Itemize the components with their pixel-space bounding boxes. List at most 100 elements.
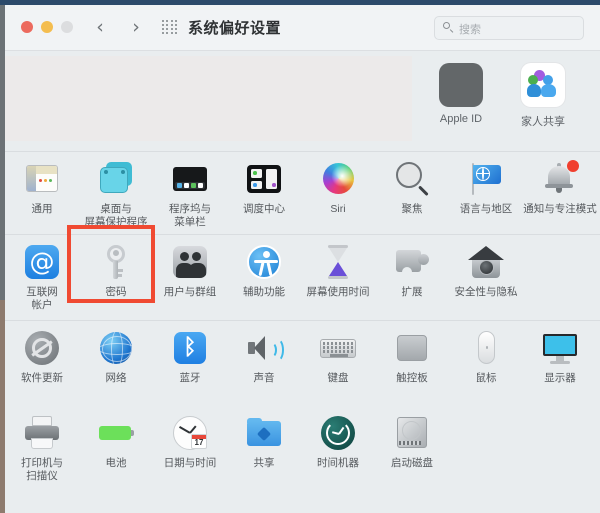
- desktop-screensaver-icon: [97, 160, 135, 198]
- passwords-key-icon: [97, 243, 135, 281]
- pref-item-date-time[interactable]: 17 日期与时间: [153, 414, 227, 470]
- users-groups-icon: [171, 243, 209, 281]
- pref-row-3: 软件更新 网络 ᛒ 蓝牙 声音 键盘 触控板 鼠标 显示器: [5, 321, 600, 406]
- pref-item-label: 触控板: [396, 372, 428, 384]
- pref-item-screen-time[interactable]: 屏幕使用时间: [301, 243, 375, 299]
- pref-item-label: 辅助功能: [243, 286, 285, 298]
- pref-row-1: 通用 桌面与 屏幕保护程序 程序坞与 菜单栏 调度中心 Siri 聚焦 语言与地…: [5, 152, 600, 235]
- pref-item-desktop-screensaver[interactable]: 桌面与 屏幕保护程序: [79, 160, 153, 229]
- network-icon: [97, 329, 135, 367]
- accessibility-icon: [245, 243, 283, 281]
- pref-item-label: 桌面与 屏幕保护程序: [84, 203, 148, 228]
- pref-item-displays[interactable]: 显示器: [523, 329, 597, 385]
- pref-item-software-update[interactable]: 软件更新: [5, 329, 79, 385]
- pref-item-general[interactable]: 通用: [5, 160, 79, 216]
- pref-row-4: 打印机与 扫描仪 电池 17 日期与时间 共享 时间机器 启动磁盘: [5, 406, 600, 492]
- pref-item-network[interactable]: 网络: [79, 329, 153, 385]
- pref-item-label: 显示器: [544, 372, 576, 384]
- pref-item-label: 用户与群组: [163, 286, 217, 298]
- minimize-button[interactable]: [41, 21, 53, 33]
- pref-item-label: Apple ID: [439, 113, 483, 125]
- mission-control-icon: [245, 160, 283, 198]
- pref-item-dock-menubar[interactable]: 程序坞与 菜单栏: [153, 160, 227, 229]
- pref-item-sharing[interactable]: 共享: [227, 414, 301, 470]
- back-button[interactable]: ‹: [91, 17, 109, 37]
- pref-item-language-region[interactable]: 语言与地区: [449, 160, 523, 216]
- bluetooth-icon: ᛒ: [171, 329, 209, 367]
- time-machine-icon: [319, 414, 357, 452]
- trackpad-icon: [393, 329, 431, 367]
- search-input[interactable]: 搜索: [434, 16, 584, 40]
- pref-item-label: 蓝牙: [179, 372, 201, 384]
- pref-item-label: 通用: [31, 203, 53, 215]
- pref-item-startup-disk[interactable]: 启动磁盘: [375, 414, 449, 470]
- pref-item-users-groups[interactable]: 用户与群组: [153, 243, 227, 299]
- pref-item-label: 互联网 帐户: [26, 286, 58, 311]
- pref-item-security-privacy[interactable]: 安全性与隐私: [449, 243, 523, 299]
- pref-item-label: 键盘: [327, 372, 349, 384]
- battery-icon: [97, 414, 135, 452]
- pref-item-trackpad[interactable]: 触控板: [375, 329, 449, 385]
- pref-item-label: 调度中心: [243, 203, 285, 215]
- pref-item-battery[interactable]: 电池: [79, 414, 153, 470]
- sound-icon: [245, 329, 284, 367]
- window-toolbar: ‹ › 系统偏好设置 搜索: [5, 5, 600, 51]
- general-icon: [23, 160, 61, 198]
- pref-item-siri[interactable]: Siri: [301, 160, 375, 216]
- pref-item-label: Siri: [330, 203, 346, 215]
- zoom-button[interactable]: [61, 21, 73, 33]
- close-button[interactable]: [21, 21, 33, 33]
- pref-item-internet-accounts[interactable]: @ 互联网 帐户: [5, 243, 79, 312]
- printers-scanners-icon: [23, 414, 61, 452]
- pref-item-mouse[interactable]: 鼠标: [449, 329, 523, 385]
- pref-item-bluetooth[interactable]: ᛒ 蓝牙: [153, 329, 227, 385]
- pref-item-label: 电池: [105, 457, 127, 469]
- apple-id-banner: Apple ID 家人共享: [5, 51, 600, 152]
- date-time-icon: 17: [171, 414, 209, 452]
- at-glyph: @: [29, 247, 55, 276]
- pref-item-label: 鼠标: [475, 372, 497, 384]
- pref-item-keyboard[interactable]: 键盘: [301, 329, 375, 385]
- pref-item-apple-id[interactable]: Apple ID: [423, 63, 499, 125]
- siri-icon: [319, 160, 357, 198]
- pref-item-notifications-focus[interactable]: 通知与专注模式: [523, 160, 597, 216]
- banner-blank-area: [5, 56, 412, 141]
- pref-item-label: 密码: [105, 286, 127, 298]
- family-sharing-icon: [521, 63, 565, 107]
- system-preferences-window: ‹ › 系统偏好设置 搜索 Apple ID 家人共享 通用 桌面与 屏幕保护程…: [5, 5, 600, 513]
- pref-item-time-machine[interactable]: 时间机器: [301, 414, 375, 470]
- displays-icon: [541, 329, 579, 367]
- page-title: 系统偏好设置: [188, 20, 282, 37]
- security-privacy-icon: [467, 243, 505, 281]
- pref-item-label: 扩展: [401, 286, 423, 298]
- pref-item-label: 声音: [253, 372, 275, 384]
- forward-button[interactable]: ›: [127, 17, 145, 37]
- startup-disk-icon: [393, 414, 431, 452]
- search-placeholder: 搜索: [459, 24, 481, 36]
- pref-item-spotlight[interactable]: 聚焦: [375, 160, 449, 216]
- apple-logo-icon: [439, 63, 483, 107]
- pref-item-printers-scanners[interactable]: 打印机与 扫描仪: [5, 414, 79, 483]
- pref-item-label: 安全性与隐私: [454, 286, 518, 298]
- pref-item-label: 软件更新: [21, 372, 63, 384]
- pref-item-sound[interactable]: 声音: [227, 329, 301, 385]
- screen-time-icon: [319, 243, 357, 281]
- pref-item-accessibility[interactable]: 辅助功能: [227, 243, 301, 299]
- pref-item-family-sharing[interactable]: 家人共享: [505, 63, 581, 129]
- bluetooth-glyph: ᛒ: [183, 335, 197, 360]
- extensions-icon: [393, 243, 431, 281]
- software-update-icon: [23, 329, 61, 367]
- pref-item-mission-control[interactable]: 调度中心: [227, 160, 301, 216]
- pref-item-extensions[interactable]: 扩展: [375, 243, 449, 299]
- show-all-grid-icon[interactable]: [162, 20, 178, 35]
- language-region-icon: [467, 160, 505, 198]
- pref-row-2: @ 互联网 帐户 密码 用户与群组 辅助功能 屏幕使用时间 扩展 安全性与隐私: [5, 235, 600, 321]
- screenshot-root: ‹ › 系统偏好设置 搜索 Apple ID 家人共享 通用 桌面与 屏幕保护程…: [0, 0, 600, 513]
- search-icon: [443, 22, 454, 34]
- pref-item-label: 语言与地区: [459, 203, 513, 215]
- pref-item-label: 家人共享: [521, 116, 565, 128]
- pref-item-passwords[interactable]: 密码: [79, 243, 153, 299]
- pref-item-label: 屏幕使用时间: [306, 286, 370, 298]
- calendar-day: 17: [194, 438, 204, 447]
- mouse-icon: [467, 329, 505, 367]
